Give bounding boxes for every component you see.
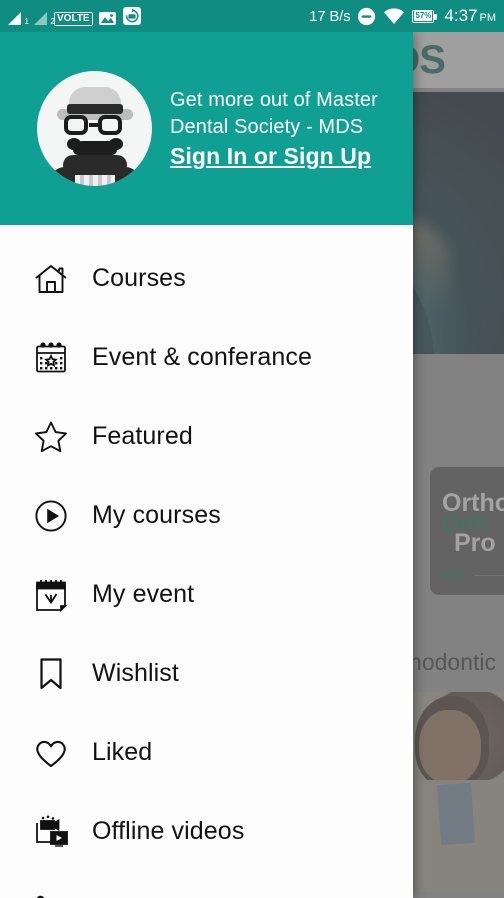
battery-percent-label: 57% [414,11,433,21]
avatar-scarf [63,155,127,175]
promo-line-1: Get more out of Master [170,89,378,111]
drawer-menu: Courses Event & conferance Featured My c… [0,225,413,898]
avatar-hat-band [67,104,123,114]
menu-item-liked[interactable]: Liked [0,713,413,792]
sync-icon [122,6,142,26]
avatar-glasses-right [98,115,122,135]
clock: 4:37 PM [444,6,496,26]
menu-item-label: My courses [92,501,221,529]
promo-line-2: Dental Society - MDS [170,116,364,138]
menu-item-label: Courses [92,264,186,292]
menu-item-label: Featured [92,422,193,450]
calendar-icon [27,339,75,377]
play-circle-icon [27,497,75,535]
image-icon [98,10,117,26]
do-not-disturb-icon [357,7,376,26]
signal-strength-sim2-icon: 2 [32,11,55,26]
signal-sim2-label: 2 [50,17,55,26]
home-icon [27,260,75,298]
sign-in-or-sign-up-link[interactable]: Sign In or Sign Up [170,143,371,170]
status-bar: 1 2 VOLTE 17 B/s 57% 4:37 PM [0,0,504,32]
menu-item-label: Wishlist [92,659,179,687]
volte-badge: VOLTE [54,12,93,26]
menu-item-label: My event [92,580,195,608]
menu-item-label: Event & conferance [92,343,312,371]
menu-item-courses[interactable]: Courses [0,239,413,318]
avatar-glasses-bridge [89,123,101,127]
menu-item-label: Liked [92,738,153,766]
wifi-icon [383,7,405,25]
star-icon [27,418,75,456]
menu-item-event-and-conferance[interactable]: Event & conferance [0,318,413,397]
menu-item-label: Offline videos [92,817,245,845]
signal-strength-sim1-icon: 1 [6,11,29,26]
battery-indicator: 57% [412,9,438,23]
heart-icon [27,734,75,772]
navigation-drawer: Get more out of Master Dental Society - … [0,32,413,898]
drawer-header: Get more out of Master Dental Society - … [0,32,413,225]
calendar-check-icon [27,576,75,614]
menu-item-my-event[interactable]: My event [0,555,413,634]
clock-ampm: PM [479,12,497,24]
bookmark-icon [27,655,75,693]
clock-time: 4:37 [444,6,478,25]
menu-item-my-courses[interactable]: My courses [0,476,413,555]
avatar-mustache [67,138,123,155]
menu-item-faculties[interactable]: Faculties [0,871,413,898]
avatar[interactable] [37,71,152,186]
menu-item-wishlist[interactable]: Wishlist [0,634,413,713]
menu-item-featured[interactable]: Featured [0,397,413,476]
offline-video-icon [27,813,75,851]
signal-sim1-label: 1 [24,17,29,26]
phone-screen: MDS MDS MDS MDS ULTIMA NE DENTAL SO HE M… [0,0,504,898]
avatar-glasses-left [64,115,88,135]
menu-item-offline-videos[interactable]: Offline videos [0,792,413,871]
network-speed-text: 17 B/s [309,7,351,25]
presenter-icon [27,892,75,898]
drawer-header-text: Get more out of Master Dental Society - … [170,87,378,170]
